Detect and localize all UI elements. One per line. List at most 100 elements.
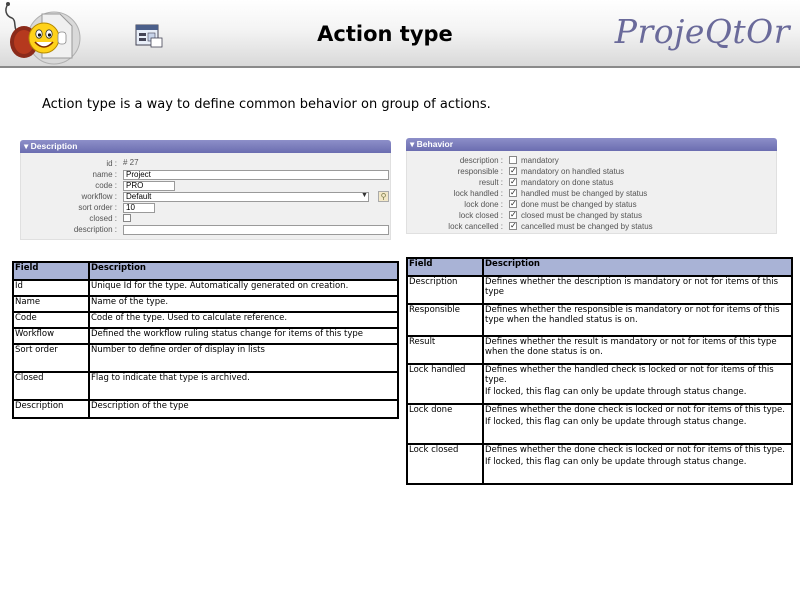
behavior-row: lock done : done must be changed by statu… xyxy=(407,199,776,210)
id-row: id : # 27 xyxy=(21,158,390,169)
description-cell: Defines whether the done check is locked… xyxy=(482,403,793,445)
table-row: Result Defines whether the result is mand… xyxy=(406,335,793,365)
field-column-header: Field xyxy=(406,257,484,277)
behavior-checkbox[interactable] xyxy=(509,188,517,197)
field-cell: Id xyxy=(12,279,90,297)
field-cell: Lock handled xyxy=(406,363,484,405)
table-row: Workflow Defined the workflow ruling stat… xyxy=(12,327,399,345)
behavior-text: mandatory xyxy=(521,156,559,165)
behavior-panel: ▾ Behavior description : mandatory respons… xyxy=(406,138,777,234)
field-description-table-right: Field Description Description Defines whe… xyxy=(406,257,793,485)
behavior-checkbox[interactable] xyxy=(509,199,517,208)
field-cell: Lock done xyxy=(406,403,484,445)
field-cell: Description xyxy=(406,275,484,305)
behavior-text: closed must be changed by status xyxy=(521,211,642,220)
code-input[interactable]: PRO xyxy=(123,181,175,191)
behavior-checkbox[interactable] xyxy=(509,177,517,186)
behavior-checkbox[interactable] xyxy=(509,166,517,175)
description-text: Defines whether the done check is locked… xyxy=(485,405,785,415)
projeqtor-logo-icon xyxy=(5,2,81,65)
table-row: Responsible Defines whether the responsib… xyxy=(406,303,793,337)
description-cell: Defines whether the done check is locked… xyxy=(482,443,793,485)
lock-note-text: If locked, this flag can only be update … xyxy=(485,417,747,427)
behavior-label: lock done : xyxy=(464,200,503,209)
behavior-text: mandatory on done status xyxy=(521,178,614,187)
description-text: Defines whether the description is manda… xyxy=(485,277,779,297)
description-panel: ▾ Description id : # 27 name : Project c… xyxy=(20,140,391,240)
field-cell: Workflow xyxy=(12,327,90,345)
lock-note-text: If locked, this flag can only be update … xyxy=(485,457,747,467)
behavior-checkbox[interactable] xyxy=(509,221,517,230)
behavior-row: lock handled : handled must be changed by… xyxy=(407,188,776,199)
id-label: id : xyxy=(106,159,117,168)
behavior-row: lock cancelled : cancelled must be change… xyxy=(407,221,776,232)
behavior-text: mandatory on handled status xyxy=(521,167,625,176)
action-type-icon xyxy=(135,24,163,48)
field-cell: Lock closed xyxy=(406,443,484,485)
table-row: Closed Flag to indicate that type is arch… xyxy=(12,371,399,401)
closed-checkbox[interactable] xyxy=(123,214,131,222)
behavior-label: description : xyxy=(459,156,503,165)
description-cell: Defines whether the description is manda… xyxy=(482,275,793,305)
field-cell: Sort order xyxy=(12,343,90,373)
description-label: description : xyxy=(73,225,117,234)
table-row: Lock done Defines whether the done check … xyxy=(406,403,793,445)
behavior-row: result : mandatory on done status xyxy=(407,177,776,188)
field-cell: Responsible xyxy=(406,303,484,337)
behavior-panel-header[interactable]: ▾ Behavior xyxy=(406,138,777,151)
table-row: Code Code of the type. Used to calculate … xyxy=(12,311,399,329)
behavior-panel-title: Behavior xyxy=(416,139,454,149)
description-cell: Number to define order of display in lis… xyxy=(88,343,399,373)
description-cell: Defined the workflow ruling status chang… xyxy=(88,327,399,345)
lock-note-text: If locked, this flag can only be update … xyxy=(485,387,747,397)
field-cell: Closed xyxy=(12,371,90,401)
behavior-row: lock closed : closed must be changed by s… xyxy=(407,210,776,221)
field-cell: Name xyxy=(12,295,90,313)
description-cell: Description of the type xyxy=(88,399,399,419)
behavior-row: description : mandatory xyxy=(407,155,776,166)
description-cell: Defines whether the result is mandatory … xyxy=(482,335,793,365)
behavior-row: responsible : mandatory on handled status xyxy=(407,166,776,177)
behavior-checkbox[interactable] xyxy=(509,210,517,219)
intro-text: Action type is a way to define common be… xyxy=(42,97,491,112)
description-cell: Unique Id for the type. Automatically ge… xyxy=(88,279,399,297)
table-row: Description Defines whether the descripti… xyxy=(406,275,793,305)
workflow-select[interactable]: Default xyxy=(123,192,369,202)
description-input[interactable] xyxy=(123,225,389,235)
search-icon[interactable]: ⚲ xyxy=(378,191,389,202)
behavior-label: result : xyxy=(478,178,503,187)
name-label: name : xyxy=(92,170,117,179)
header-bar: Action type ProjeQtOr xyxy=(0,0,800,68)
description-row: description : xyxy=(21,224,390,235)
behavior-label: responsible : xyxy=(457,167,503,176)
sort-order-row: sort order : 10 xyxy=(21,202,390,213)
table-row: Lock handled Defines whether the handled … xyxy=(406,363,793,405)
sort-order-input[interactable]: 10 xyxy=(123,203,155,213)
description-text: Defines whether the responsible is manda… xyxy=(485,305,780,325)
code-row: code : PRO xyxy=(21,180,390,191)
field-cell: Code xyxy=(12,311,90,329)
description-text: Defines whether the done check is locked… xyxy=(485,445,785,455)
table-row: Lock closed Defines whether the done chec… xyxy=(406,443,793,485)
description-text: Defines whether the result is mandatory … xyxy=(485,337,777,357)
field-cell: Description xyxy=(12,399,90,419)
brand-name: ProjeQtOr xyxy=(614,12,790,51)
behavior-label: lock closed : xyxy=(458,211,503,220)
table-row: Name Name of the type. xyxy=(12,295,399,313)
description-cell: Defines whether the responsible is manda… xyxy=(482,303,793,337)
behavior-checkbox[interactable] xyxy=(509,156,517,164)
description-column-header: Description xyxy=(88,261,399,281)
id-value: # 27 xyxy=(123,158,139,167)
table-row: Description Description of the type xyxy=(12,399,399,419)
field-column-header: Field xyxy=(12,261,90,281)
workflow-row: workflow : Default ▼ ⚲ xyxy=(21,191,390,202)
behavior-text: done must be changed by status xyxy=(521,200,637,209)
behavior-label: lock cancelled : xyxy=(448,222,503,231)
code-label: code : xyxy=(95,181,117,190)
description-panel-header[interactable]: ▾ Description xyxy=(20,140,391,153)
chevron-down-icon[interactable]: ▼ xyxy=(361,192,368,199)
name-input[interactable]: Project xyxy=(123,170,389,180)
description-cell: Code of the type. Used to calculate refe… xyxy=(88,311,399,329)
description-cell: Flag to indicate that type is archived. xyxy=(88,371,399,401)
behavior-text: handled must be changed by status xyxy=(521,189,648,198)
